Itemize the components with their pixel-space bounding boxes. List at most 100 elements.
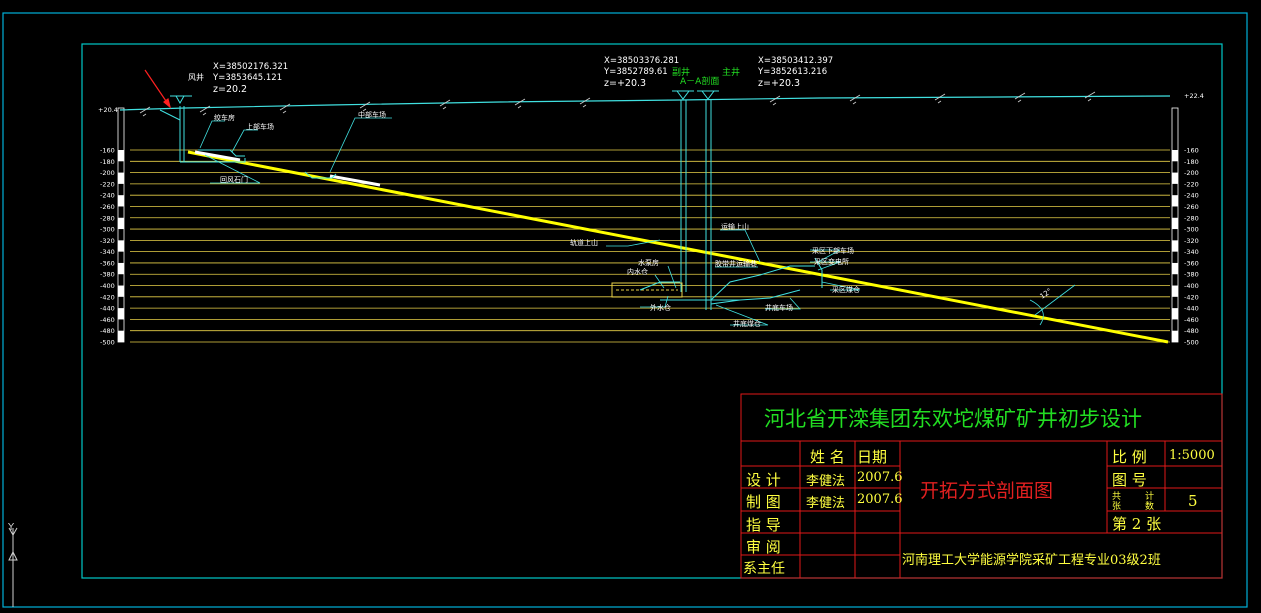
left-elevation-scale: -160 -180 -200 -220 -240 -260 -280 -300 -320 -340… — [100, 107, 125, 347]
level-label-left: -400 — [100, 282, 115, 290]
label-return-crosscut: 回风石门 — [220, 175, 248, 184]
scale-segment — [1172, 308, 1178, 320]
level-label-left: -220 — [100, 180, 115, 188]
level-label-left: -300 — [100, 226, 115, 234]
total-label-4: 数 — [1145, 502, 1155, 512]
section-drawing: -160 -180 -200 -220 -240 -260 -280 -300 -320 -340… — [2, 12, 1248, 608]
scale-segment — [118, 240, 124, 252]
level-label-right: -460 — [1184, 316, 1199, 324]
level-label-left: -340 — [100, 248, 115, 256]
mid-coord-y: Y=3852789.61 — [603, 67, 668, 77]
label-winch-room: 绞车房 — [214, 113, 235, 122]
scale-segment — [1172, 285, 1178, 297]
level-label-left: -260 — [100, 203, 115, 211]
level-label-left: -160 — [100, 147, 115, 155]
level-label-left: -360 — [100, 259, 115, 267]
label-track-up: 轨道上山 — [570, 238, 598, 247]
level-label-right: -180 — [1184, 158, 1199, 166]
ground-surface-line — [119, 95, 1171, 111]
level-label-left: -180 — [100, 158, 115, 166]
label-district-coal-bin: 采区煤仓 — [832, 285, 860, 294]
scale-segment — [1172, 262, 1178, 275]
row-draw-role: 制 图 — [746, 493, 781, 511]
ucs-icon — [8, 527, 18, 607]
level-label-left: -440 — [100, 305, 115, 313]
scale-segment — [118, 262, 124, 275]
scale-segment — [1172, 240, 1178, 252]
label-track-crosscut: 胶带井运输巷 — [715, 259, 757, 268]
label-outer-sump: 外水仓 — [650, 303, 671, 312]
level-label-left: -280 — [100, 214, 115, 222]
ucs-y-label: Y — [8, 522, 15, 533]
scale-segment — [1172, 172, 1178, 184]
row-draw-name: 李健法 — [806, 496, 846, 511]
label-district-substation: 采区变电所 — [814, 257, 849, 266]
level-label-right: -440 — [1184, 305, 1199, 313]
section-label: A－A剖面 — [680, 75, 719, 87]
level-label-right: -280 — [1184, 214, 1199, 222]
scale-segment — [118, 150, 124, 162]
left-coord-x: X=38502176.321 — [213, 62, 288, 72]
coal-seam — [187, 150, 1169, 344]
surface-elev-right: +22.4 — [1184, 92, 1204, 100]
level-label-right: -480 — [1184, 327, 1199, 335]
right-coord-x: X=38503412.397 — [758, 56, 833, 66]
level-label-right: -220 — [1184, 180, 1199, 188]
total-value: 5 — [1188, 492, 1198, 510]
scale-segment — [1172, 195, 1178, 207]
level-label-left: -460 — [100, 316, 115, 324]
scale-segment — [1172, 330, 1178, 342]
left-coord-y: Y=3853645.121 — [212, 73, 282, 83]
level-label-right: -340 — [1184, 248, 1199, 256]
project-title: 河北省开滦集团东欢坨煤矿矿井初步设计 — [764, 407, 1142, 431]
col-name-header: 姓 名 — [810, 448, 845, 466]
scale-segment — [118, 172, 124, 184]
level-label-right: -200 — [1184, 169, 1199, 177]
level-label-right: -320 — [1184, 237, 1199, 245]
total-label-3: 张 — [1112, 502, 1122, 512]
row-design-date: 2007.6 — [857, 470, 903, 485]
level-label-left: -480 — [100, 327, 115, 335]
north-arrow-icon — [144, 69, 172, 109]
right-coord-z: z=+20.3 — [758, 78, 800, 89]
scale-segment — [118, 195, 124, 207]
col-date-header: 日期 — [857, 448, 888, 466]
level-label-left: -320 — [100, 237, 115, 245]
main-shaft — [697, 90, 719, 310]
leader-lines — [199, 117, 861, 326]
level-label-left: -380 — [100, 271, 115, 279]
scale-segment — [1172, 150, 1178, 162]
outer-frame — [2, 12, 1248, 608]
row-design-name: 李健法 — [806, 474, 846, 489]
sump-structure — [611, 282, 683, 298]
label-district-lower-yard: 采区下部车场 — [812, 246, 854, 255]
scale-segment — [1172, 217, 1178, 230]
school-label: 河南理工大学能源学院采矿工程专业03级2班 — [902, 553, 1161, 568]
air-shaft-label: 风井 — [188, 72, 204, 82]
scale-segment — [118, 330, 124, 342]
label-upper-car-yard: 上部车场 — [246, 122, 274, 131]
main-shaft-label: 主井 — [722, 66, 740, 78]
label-pump-room: 水泵房 — [638, 258, 659, 267]
label-bottom-coal-bin: 井底煤仓 — [733, 319, 761, 328]
row-review-role: 审 阅 — [746, 538, 781, 556]
drawing-no-label: 图 号 — [1112, 471, 1147, 489]
level-label-right: -260 — [1184, 203, 1199, 211]
mid-coord-x: X=38503376.281 — [604, 56, 679, 66]
level-label-left: -500 — [100, 339, 115, 347]
scale-value: 1:5000 — [1169, 448, 1215, 463]
sheet-label: 第 2 张 — [1112, 515, 1162, 533]
scale-label: 比 例 — [1112, 448, 1147, 466]
level-label-left: -240 — [100, 192, 115, 200]
dip-angle-label: 12° — [1039, 287, 1054, 301]
row-design-role: 设 计 — [746, 471, 781, 489]
level-label-right: -380 — [1184, 271, 1199, 279]
row-draw-date: 2007.6 — [857, 492, 903, 507]
left-coord-z: z=20.2 — [213, 84, 247, 95]
scale-segment — [118, 217, 124, 230]
level-label-right: -300 — [1184, 226, 1199, 234]
level-label-right: -420 — [1184, 293, 1199, 301]
scale-segment — [118, 308, 124, 320]
level-label-right: -240 — [1184, 192, 1199, 200]
surface-elev-left: +20.4 — [98, 106, 118, 114]
